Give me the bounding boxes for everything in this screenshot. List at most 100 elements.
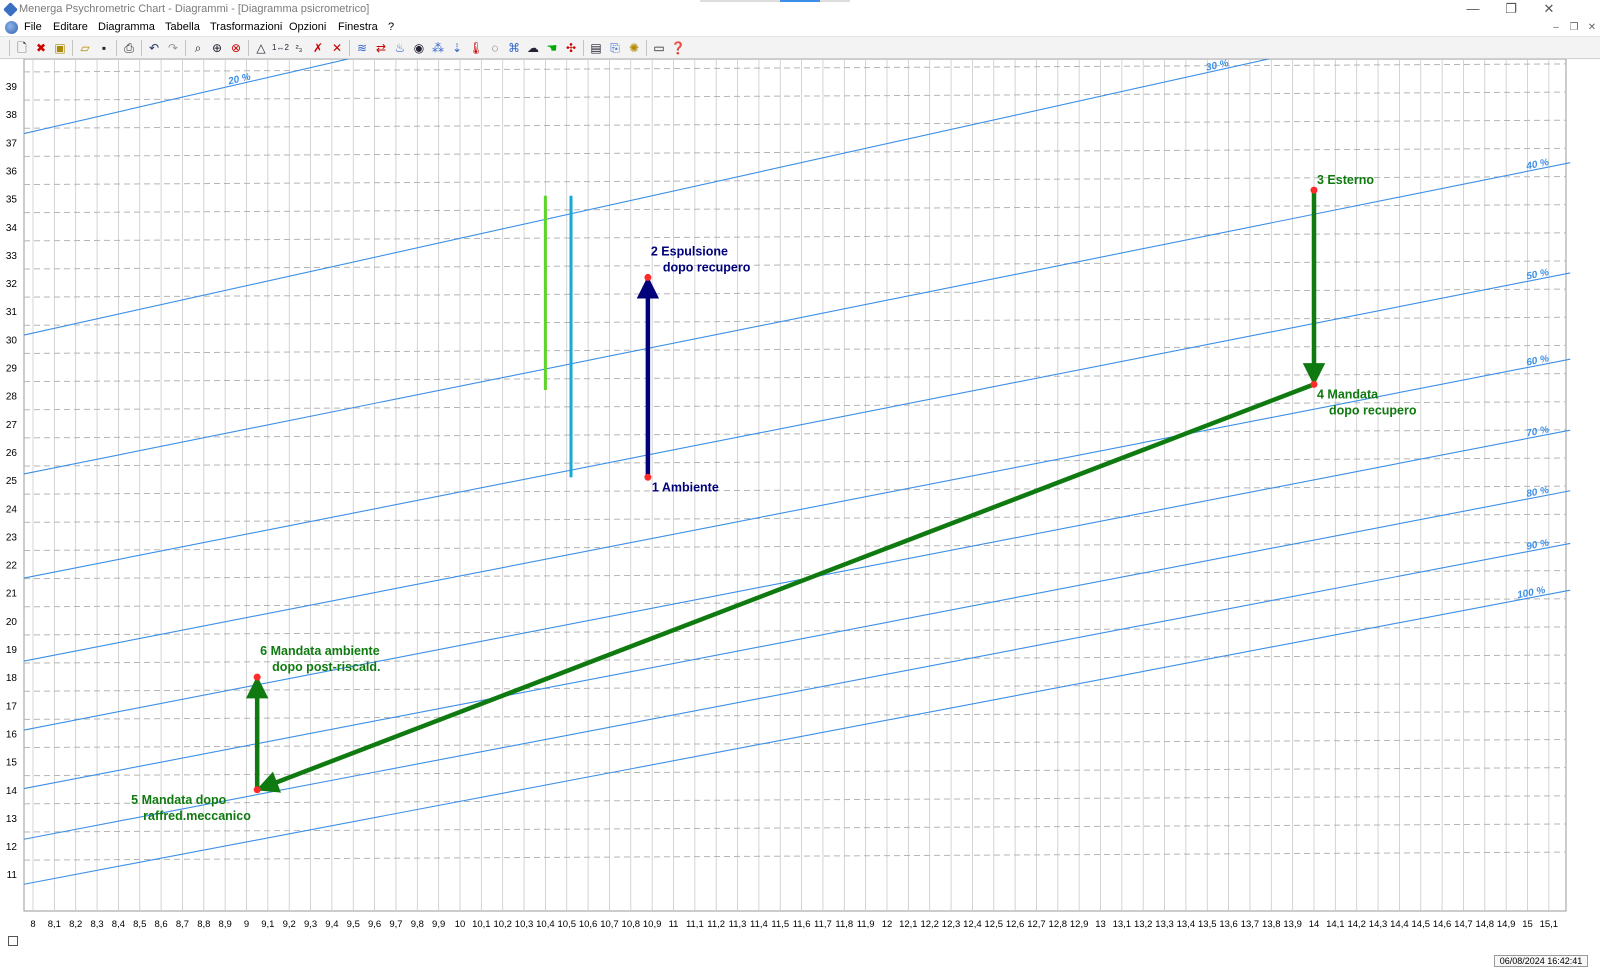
state-point-label-5: raffred.meccanico	[143, 809, 251, 823]
cloud-icon[interactable]: ☁	[525, 40, 541, 56]
close-button[interactable]: ✕	[1532, 0, 1566, 19]
x-tick-label: 14,8	[1476, 919, 1495, 930]
psychrometric-chart[interactable]: 8 8,1 8,2 8,3 8,4 8,5 8,6 8,7 8,8 8,9 9 9,1 9,2 9,3 9,…	[0, 59, 1600, 967]
x-tick-label: 14,9	[1497, 919, 1516, 930]
save-icon[interactable]: ▪	[96, 40, 112, 56]
status-checkbox[interactable]	[8, 936, 18, 946]
zoom-cancel-icon[interactable]: ⊗	[228, 40, 244, 56]
triangle-icon[interactable]: △	[253, 40, 269, 56]
x-tick-label: 8,9	[219, 919, 232, 930]
copy-icon[interactable]: ⎘	[607, 40, 623, 56]
circle-icon[interactable]: ◌	[487, 40, 503, 56]
menu-opzioni[interactable]: Opzioni	[289, 21, 326, 33]
menu-tabella[interactable]: Tabella	[165, 21, 200, 33]
table-icon[interactable]: ▤	[588, 40, 604, 56]
menu-finestra[interactable]: Finestra	[338, 21, 378, 33]
x-tick-label: 13,4	[1177, 919, 1196, 930]
psychrometric-chart-area[interactable]: 8 8,1 8,2 8,3 8,4 8,5 8,6 8,7 8,8 8,9 9 9,1 9,2 9,3 9,…	[0, 59, 1600, 967]
x-tick-label: 14,6	[1433, 919, 1452, 930]
steam-icon[interactable]: ⇣	[449, 40, 465, 56]
open-folder-icon[interactable]: ▱	[77, 40, 93, 56]
x-tick-label: 12,4	[963, 919, 982, 930]
x-tick-label: 9,1	[261, 919, 274, 930]
mdi-close-button[interactable]: ✕	[1584, 20, 1600, 35]
settings-icon[interactable]: ✺	[626, 40, 642, 56]
y-tick-label: 36	[6, 166, 18, 177]
mdi-restore-button[interactable]: ❐	[1566, 20, 1582, 35]
mdi-window-icon[interactable]	[5, 21, 18, 34]
humidify-icon[interactable]: ⁂	[430, 40, 446, 56]
minimize-button[interactable]: —	[1456, 0, 1490, 19]
print-icon[interactable]: ⎙	[121, 40, 137, 56]
fan-icon[interactable]: ✣	[563, 40, 579, 56]
thermometer-icon[interactable]: 🌡	[468, 40, 484, 56]
x-tick-label: 13,7	[1241, 919, 1260, 930]
heating-icon[interactable]: ♨	[392, 40, 408, 56]
new-document-icon[interactable]: 🗋	[14, 40, 30, 56]
menu-file[interactable]: File	[24, 21, 42, 33]
hand-icon[interactable]: ☚	[544, 40, 560, 56]
x-tick-label: 9,3	[304, 919, 317, 930]
x-tick-label: 10,8	[622, 919, 641, 930]
y-tick-label: 24	[6, 504, 18, 515]
help-icon[interactable]: ❓	[670, 40, 686, 56]
state-point-3	[1310, 186, 1318, 194]
x-tick-label: 11	[669, 919, 679, 930]
state-point-label-2: dopo recupero	[663, 260, 751, 274]
zoom-in-icon[interactable]: ⊕	[209, 40, 225, 56]
close-document-icon[interactable]: ✖	[33, 40, 49, 56]
x-tick-label: 11,6	[793, 919, 811, 930]
x-tick-label: 8,3	[90, 919, 103, 930]
menu-bar: File Editare Diagramma Tabella Trasforma…	[0, 19, 1600, 37]
y-tick-label: 14	[6, 786, 18, 797]
restore-button[interactable]: ❐	[1494, 0, 1528, 19]
mdi-minimize-button[interactable]: –	[1548, 20, 1564, 35]
x-tick-label: 9,8	[411, 919, 424, 930]
state-point-label-5: 5 Mandata dopo	[131, 793, 227, 807]
x-tick-label: 13,9	[1283, 919, 1302, 930]
transfer-icon[interactable]: ⇄	[373, 40, 389, 56]
y-tick-label: 16	[6, 729, 18, 740]
window-icon[interactable]: ▭	[651, 40, 667, 56]
mixing-icon[interactable]: ≋	[354, 40, 370, 56]
redo-icon[interactable]: ↷	[165, 40, 181, 56]
point-1-2-icon[interactable]: 1↔2	[272, 40, 289, 56]
y-tick-label: 17	[6, 701, 18, 712]
cooling-icon[interactable]: ◉	[411, 40, 427, 56]
x-tick-label: 10,6	[579, 919, 598, 930]
x-tick-label: 14,3	[1369, 919, 1388, 930]
x-tick-label: 11,1	[686, 919, 704, 930]
zoom-icon[interactable]: ⌕	[190, 40, 206, 56]
delete-all-icon[interactable]: ✕	[329, 40, 345, 56]
state-point-label-3: 3 Esterno	[1317, 173, 1374, 187]
x-tick-label: 10,9	[643, 919, 662, 930]
y-tick-label: 18	[6, 673, 18, 684]
undo-icon[interactable]: ↶	[146, 40, 162, 56]
x-tick-label: 10,3	[515, 919, 534, 930]
x-tick-label: 11,3	[729, 919, 747, 930]
y-tick-label: 33	[6, 251, 18, 262]
x-tick-label: 13,6	[1219, 919, 1238, 930]
x-tick-label: 13,2	[1134, 919, 1153, 930]
point-2-3-icon[interactable]: ²₃	[291, 40, 307, 56]
menu-editare[interactable]: Editare	[53, 21, 88, 33]
x-tick-label: 12,8	[1049, 919, 1068, 930]
y-tick-label: 23	[6, 532, 18, 543]
y-tick-label: 30	[6, 335, 18, 346]
y-tick-label: 21	[6, 589, 18, 600]
x-tick-label: 12,1	[899, 919, 918, 930]
x-tick-label: 14,5	[1412, 919, 1431, 930]
menu-diagramma[interactable]: Diagramma	[98, 21, 155, 33]
x-tick-label: 11,8	[835, 919, 853, 930]
x-tick-label: 14,4	[1390, 919, 1409, 930]
menu-trasformazioni[interactable]: Trasformazioni	[210, 21, 282, 33]
y-tick-label: 25	[6, 476, 18, 487]
recovery-icon[interactable]: ⌘	[506, 40, 522, 56]
status-datetime: 06/08/2024 16:42:41	[1494, 955, 1588, 967]
menu-help[interactable]: ?	[388, 21, 394, 33]
x-tick-label: 11,2	[707, 919, 725, 930]
y-tick-label: 15	[6, 758, 18, 769]
delete-point-icon[interactable]: ✗	[310, 40, 326, 56]
properties-icon[interactable]: ▣	[52, 40, 68, 56]
x-tick-label: 15	[1522, 919, 1533, 930]
